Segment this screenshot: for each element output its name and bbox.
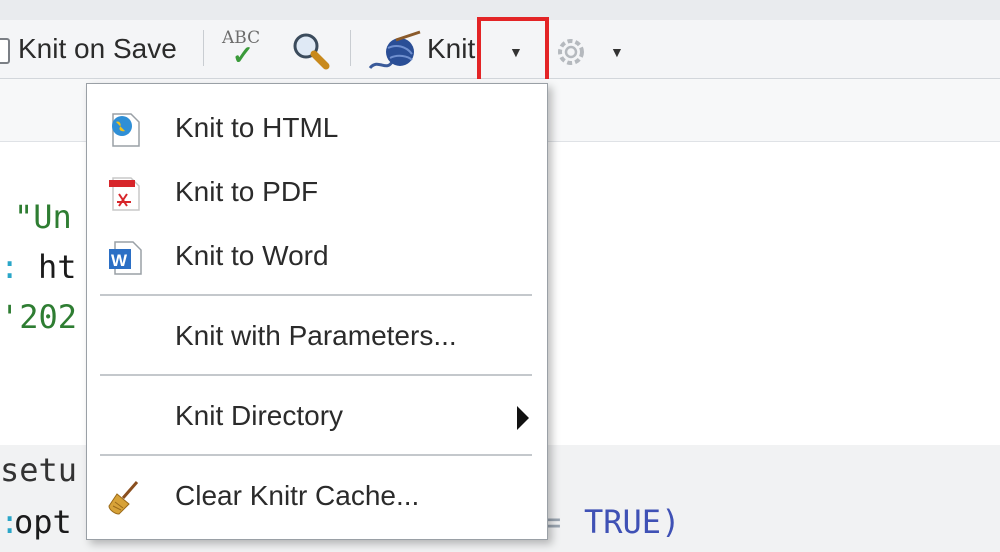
knit-yarn-icon[interactable] bbox=[366, 28, 424, 74]
code-line: "Un bbox=[14, 198, 72, 236]
menu-item-knit-with-parameters[interactable]: Knit with Parameters... bbox=[87, 308, 547, 368]
knit-button[interactable]: Knit bbox=[427, 33, 475, 65]
gear-dropdown-caret-icon[interactable]: ▼ bbox=[610, 44, 624, 60]
code-value: TRUE) bbox=[584, 503, 681, 541]
menu-item-knit-to-word[interactable]: W Knit to Word bbox=[87, 228, 547, 288]
knit-on-save-checkbox[interactable] bbox=[0, 38, 10, 64]
pdf-icon bbox=[109, 177, 140, 211]
menu-separator bbox=[100, 294, 532, 296]
toolbar-separator bbox=[203, 30, 204, 66]
code-line: ht bbox=[38, 248, 77, 286]
menu-item-knit-to-pdf[interactable]: Knit to PDF bbox=[87, 164, 547, 224]
spellcheck-checkmark-icon: ✓ bbox=[232, 40, 254, 70]
menu-separator bbox=[100, 374, 532, 376]
menu-separator bbox=[100, 454, 532, 456]
code-line: setu bbox=[0, 451, 78, 489]
menu-item-label: Knit Directory bbox=[175, 400, 344, 431]
toolbar-separator bbox=[350, 30, 351, 66]
word-icon: W bbox=[109, 241, 142, 275]
menu-item-knit-to-html[interactable]: Knit to HTML bbox=[87, 100, 547, 160]
knit-on-save-label[interactable]: Knit on Save bbox=[18, 33, 177, 65]
globe-page-icon bbox=[112, 113, 140, 147]
code-colon: : bbox=[0, 248, 20, 286]
search-icon[interactable] bbox=[290, 30, 332, 72]
knit-dropdown-menu: Knit to HTML Knit to PDF W Knit to Word … bbox=[86, 83, 548, 540]
menu-item-label: Clear Knitr Cache... bbox=[175, 480, 420, 511]
menu-item-knit-directory[interactable]: Knit Directory bbox=[87, 388, 547, 448]
svg-text:W: W bbox=[111, 251, 128, 270]
submenu-arrow-icon bbox=[517, 406, 529, 430]
menu-item-label: Knit to HTML bbox=[175, 112, 339, 143]
menu-item-clear-knitr-cache[interactable]: Clear Knitr Cache... bbox=[87, 468, 547, 528]
menu-item-label: Knit to Word bbox=[175, 240, 329, 271]
menu-item-label: Knit to PDF bbox=[175, 176, 319, 207]
gear-icon[interactable] bbox=[553, 34, 589, 70]
code-line: opt bbox=[14, 503, 72, 541]
broom-icon bbox=[108, 481, 139, 515]
code-line: '202 bbox=[0, 298, 78, 336]
menu-item-label: Knit with Parameters... bbox=[175, 320, 457, 351]
